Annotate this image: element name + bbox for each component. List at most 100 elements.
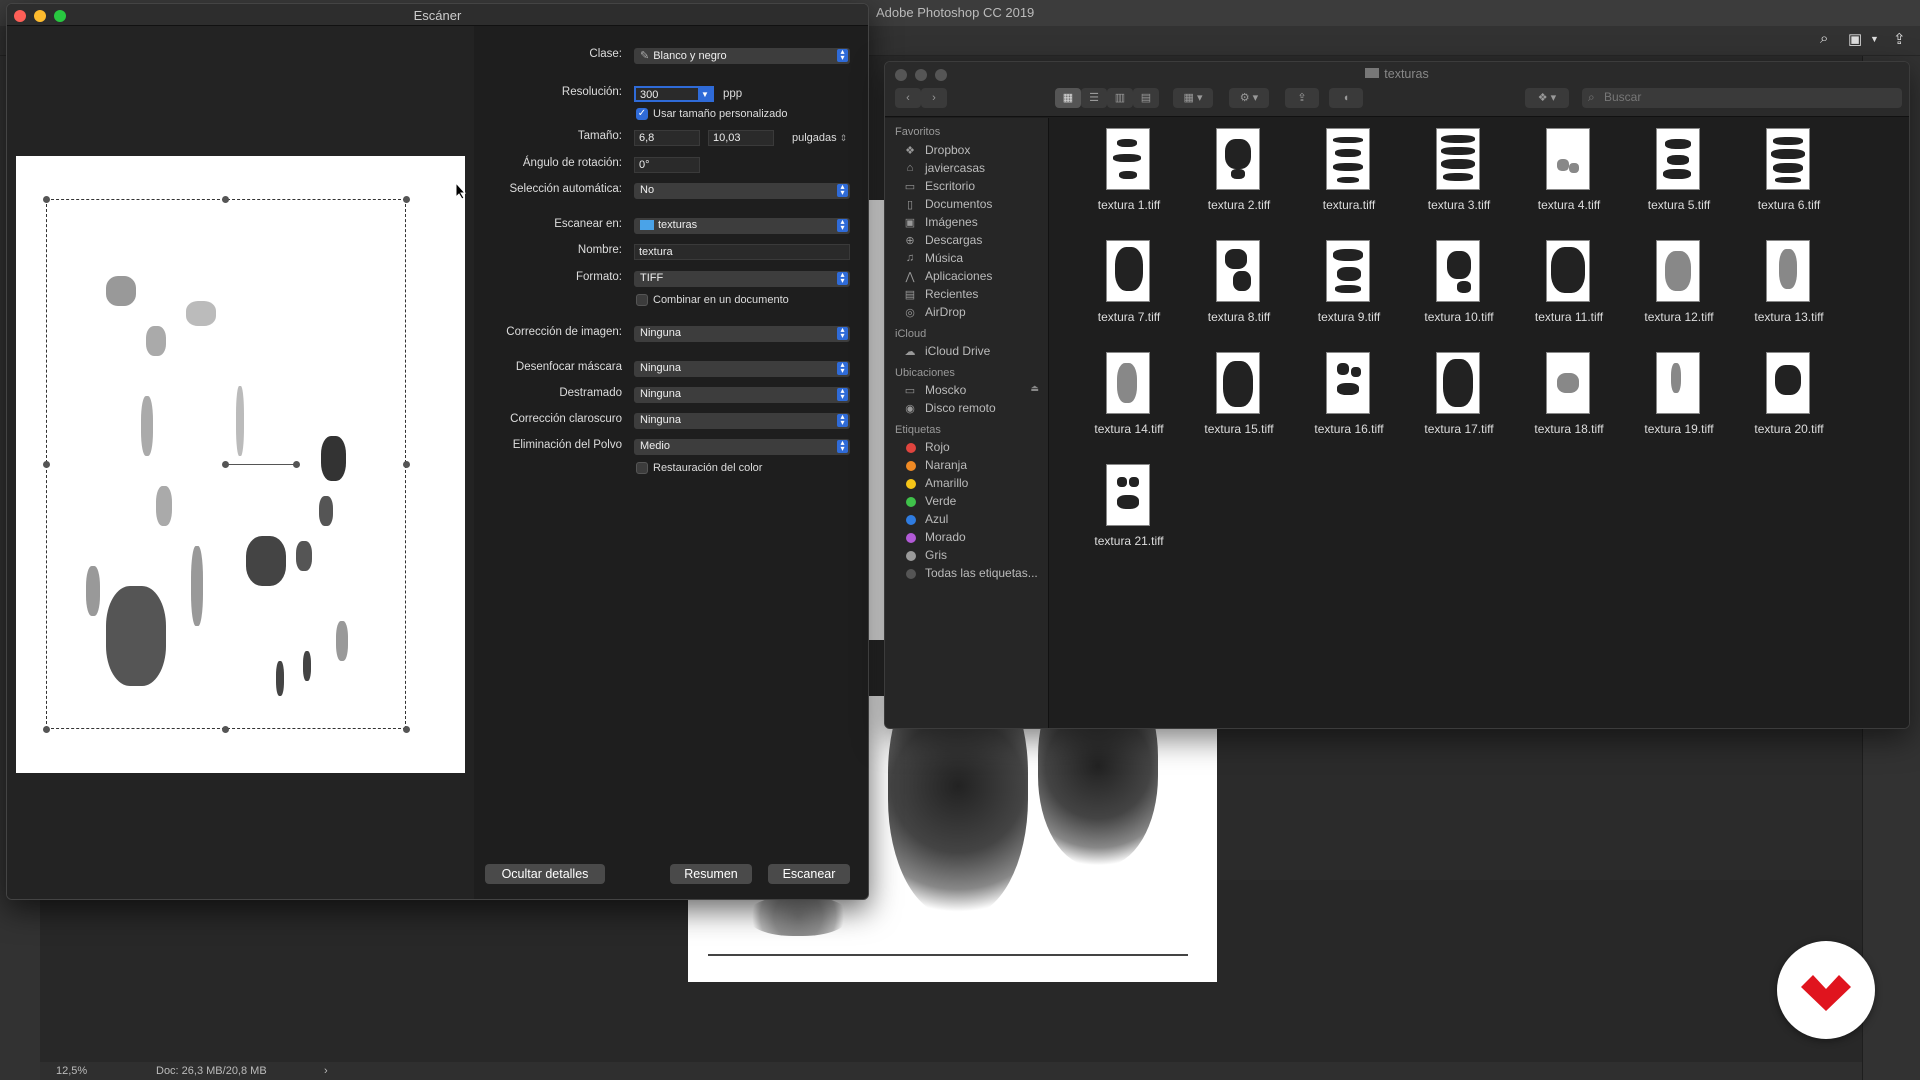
status-menu-arrow[interactable]: › [324, 1065, 328, 1077]
resolucion-label: Resolución: [561, 86, 622, 98]
tamano-height-field[interactable]: 10,03 [708, 130, 774, 146]
file-item[interactable]: textura 5.tiff [1619, 128, 1729, 228]
file-name: textura 4.tiff [1537, 198, 1601, 212]
tag-button[interactable]: ◖ [1329, 88, 1363, 108]
selection-handle[interactable] [222, 196, 229, 203]
scan-button[interactable]: Escanear [768, 864, 850, 884]
file-item[interactable]: textura 9.tiff [1289, 240, 1399, 340]
rotation-handle-line[interactable] [226, 464, 296, 465]
restauracion-checkbox[interactable] [636, 462, 648, 474]
file-item[interactable]: textura 10.tiff [1399, 240, 1509, 340]
file-item[interactable]: textura 19.tiff [1619, 352, 1729, 452]
column-view-button[interactable]: ▥ [1107, 88, 1133, 108]
remote-disk-icon: ◉ [905, 403, 915, 415]
combinar-checkbox[interactable] [636, 294, 648, 306]
share-button[interactable]: ⇪ [1285, 88, 1319, 108]
file-item[interactable]: textura 18.tiff [1509, 352, 1619, 452]
popup-arrows-icon: ▴ ▾ [837, 361, 848, 375]
rotation-handle-end[interactable] [293, 461, 300, 468]
file-item[interactable]: textura 20.tiff [1729, 352, 1839, 452]
nombre-field[interactable]: textura [634, 244, 850, 260]
search-icon[interactable]: ⌕ [1820, 30, 1828, 47]
selection-handle[interactable] [403, 461, 410, 468]
file-item[interactable]: textura 11.tiff [1509, 240, 1619, 340]
selection-handle[interactable] [43, 726, 50, 733]
file-item[interactable]: textura 13.tiff [1729, 240, 1839, 340]
search-field[interactable]: ⌕ Buscar [1582, 88, 1902, 108]
angulo-field[interactable]: 0° [634, 157, 700, 173]
file-item[interactable]: textura 14.tiff [1069, 352, 1179, 452]
file-name: textura 7.tiff [1097, 310, 1161, 324]
restauracion-label: Restauración del color [653, 462, 763, 474]
locations-header: Ubicaciones [895, 367, 955, 379]
file-item[interactable]: textura 4.tiff [1509, 128, 1619, 228]
correccion-label: Corrección de imagen: [506, 326, 622, 338]
selection-handle[interactable] [403, 726, 410, 733]
sidebar-item-moscko[interactable]: ▭ Moscko ⏏ [903, 383, 1039, 401]
file-item[interactable]: textura 3.tiff [1399, 128, 1509, 228]
list-view-button[interactable]: ☰ [1081, 88, 1107, 108]
workspace-icon[interactable]: ▣ [1848, 30, 1862, 48]
file-thumbnail [1546, 352, 1590, 414]
gallery-view-button[interactable]: ▤ [1133, 88, 1159, 108]
forward-button[interactable]: › [921, 88, 947, 108]
chevron-down-icon[interactable]: ▼ [1870, 34, 1879, 44]
file-thumbnail [1106, 464, 1150, 526]
nombre-row: Nombre: textura [474, 244, 868, 262]
file-item[interactable]: textura 1.tiff [1069, 128, 1179, 228]
resolucion-combo[interactable]: 300 ▼ [634, 86, 714, 102]
tamano-width-field[interactable]: 6,8 [634, 130, 700, 146]
popup-arrows-icon: ▴ ▾ [837, 326, 848, 340]
popup-arrows-icon: ▴ ▾ [837, 48, 848, 62]
chevron-down-icon[interactable]: ▼ [698, 88, 712, 102]
eject-icon[interactable]: ⏏ [1030, 383, 1039, 394]
hide-details-button[interactable]: Ocultar detalles [485, 864, 605, 884]
summary-button[interactable]: Resumen [670, 864, 752, 884]
popup-arrows-icon: ▴ ▾ [837, 413, 848, 427]
selection-handle[interactable] [222, 726, 229, 733]
file-item[interactable]: textura 7.tiff [1069, 240, 1179, 340]
formato-popup[interactable]: TIFF ▴ ▾ [634, 271, 850, 287]
desenfocar-popup[interactable]: Ninguna ▴ ▾ [634, 361, 850, 377]
polvo-popup[interactable]: Medio ▴ ▾ [634, 439, 850, 455]
selection-handle[interactable] [43, 461, 50, 468]
scanner-titlebar: Escáner [7, 4, 868, 26]
seleccion-row: Selección automática: No ▴ ▾ [474, 183, 868, 201]
seleccion-popup[interactable]: No ▴ ▾ [634, 183, 850, 199]
icon-view-button[interactable]: ▦ [1055, 88, 1081, 108]
dropbox-button[interactable]: ❖ ▾ [1525, 88, 1569, 108]
file-thumbnail [1216, 352, 1260, 414]
clase-popup[interactable]: ✎ Blanco y negro ▴ ▾ [634, 48, 850, 64]
file-item[interactable]: textura 17.tiff [1399, 352, 1509, 452]
file-name: textura 1.tiff [1097, 198, 1161, 212]
destramado-popup[interactable]: Ninguna ▴ ▾ [634, 387, 850, 403]
file-name: textura.tiff [1322, 198, 1376, 212]
finder-title: texturas [885, 67, 1909, 81]
rotation-handle[interactable] [222, 461, 229, 468]
selection-handle[interactable] [43, 196, 50, 203]
file-item[interactable]: textura.tiff [1289, 128, 1399, 228]
custom-size-checkbox[interactable]: ✓ [636, 108, 648, 120]
share-icon[interactable]: ⇪ [1893, 30, 1906, 48]
escanear-en-popup[interactable]: texturas ▴ ▾ [634, 218, 850, 234]
correccion-popup[interactable]: Ninguna ▴ ▾ [634, 326, 850, 342]
file-item[interactable]: textura 8.tiff [1179, 240, 1289, 340]
file-item[interactable]: textura 6.tiff [1729, 128, 1839, 228]
tamano-unit-popup[interactable]: pulgadas ⇕ [792, 132, 847, 144]
action-gear-button[interactable]: ⚙ ▾ [1229, 88, 1269, 108]
finder-sidebar: Favoritos ❖ Dropbox ⌂ javiercasas ▭ Escrito… [885, 118, 1049, 728]
zoom-level[interactable]: 12,5% [56, 1065, 87, 1077]
resolucion-row: Resolución: 300 ▼ ppp [474, 86, 868, 104]
file-item[interactable]: textura 21.tiff [1069, 464, 1179, 564]
file-thumbnail [1766, 240, 1810, 302]
group-button[interactable]: ▦ ▾ [1173, 88, 1213, 108]
claroscuro-popup[interactable]: Ninguna ▴ ▾ [634, 413, 850, 429]
file-item[interactable]: textura 16.tiff [1289, 352, 1399, 452]
file-item[interactable]: textura 12.tiff [1619, 240, 1729, 340]
back-button[interactable]: ‹ [895, 88, 921, 108]
file-item[interactable]: textura 15.tiff [1179, 352, 1289, 452]
file-item[interactable]: textura 2.tiff [1179, 128, 1289, 228]
disk-icon: ▭ [904, 385, 916, 397]
popup-arrows-icon: ▴ ▾ [837, 439, 848, 453]
selection-handle[interactable] [403, 196, 410, 203]
